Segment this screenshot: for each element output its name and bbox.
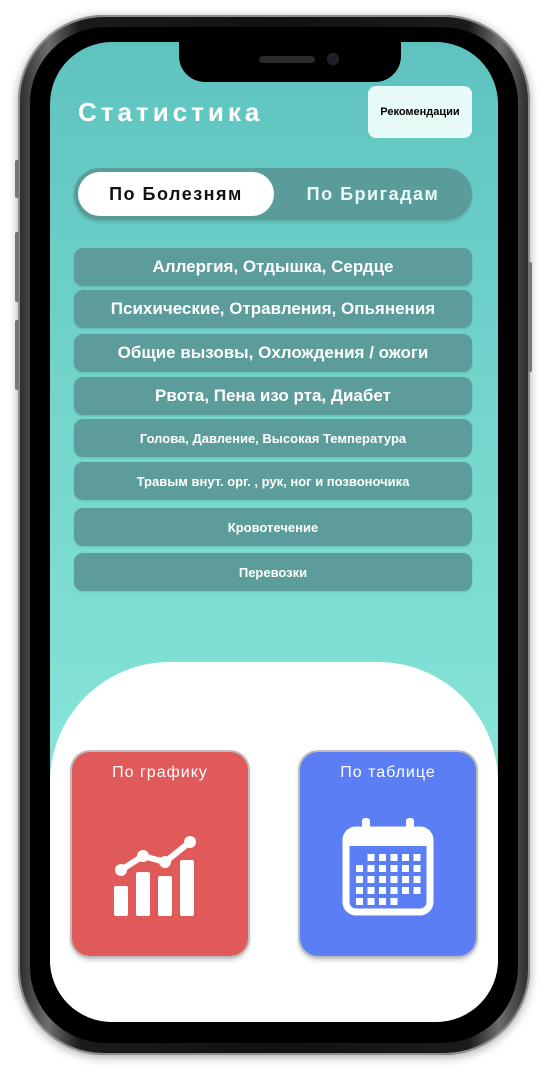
mute-switch [15, 160, 19, 198]
calendar-day-cell [356, 887, 363, 894]
calendar-day-cell [402, 887, 409, 894]
recommendations-button[interactable]: Рекомендации [368, 86, 472, 138]
calendar-day-cell [356, 876, 363, 883]
disease-item-bleeding[interactable]: Кровотечение [74, 508, 472, 546]
calendar-day-cell [367, 876, 375, 883]
calendar-icon [342, 818, 434, 916]
notch [179, 42, 401, 82]
tab-by-diseases[interactable]: По Болезням [78, 172, 274, 216]
disease-item-allergy[interactable]: Аллергия, Отдышка, Сердце [74, 248, 472, 286]
calendar-day-cell [402, 865, 409, 872]
calendar-day-cell [379, 898, 386, 905]
calendar-day-cell [413, 854, 421, 861]
calendar-day-cell [413, 876, 421, 883]
volume-up-button [15, 232, 19, 302]
calendar-day-cell [402, 854, 409, 861]
front-camera [327, 53, 339, 65]
calendar-day-cell [390, 876, 398, 883]
calendar-day-cell [390, 854, 398, 861]
volume-down-button [15, 320, 19, 390]
speaker-grille [259, 56, 315, 63]
calendar-day-cell [413, 865, 421, 872]
calendar-day-cell [367, 887, 375, 894]
calendar-day-cell [356, 898, 363, 905]
page-title: Статистика [78, 97, 264, 127]
calendar-day-cell [367, 854, 375, 861]
disease-item-transport[interactable]: Перевозки [74, 553, 472, 591]
calendar-day-cell [379, 865, 386, 872]
disease-item-general[interactable]: Общие вызовы, Охлождения / ожоги [74, 334, 472, 372]
table-card-label: По таблице [340, 764, 436, 781]
power-button [528, 262, 532, 372]
chart-card-label: По графику [112, 764, 208, 781]
calendar-day-cell [379, 876, 386, 883]
calendar-day-cell [367, 898, 375, 905]
calendar-day-cell [390, 865, 398, 872]
disease-item-psychiatric[interactable]: Психические, Отравления, Опьянения [74, 290, 472, 328]
calendar-day-cell [413, 887, 421, 894]
calendar-day-cell [402, 876, 409, 883]
table-view-card[interactable]: По таблице [300, 752, 476, 956]
calendar-day-cell [379, 887, 386, 894]
bar-chart-icon [114, 836, 196, 916]
calendar-day-cell [367, 865, 375, 872]
disease-item-trauma[interactable]: Травым внут. орг. , рук, ног и позвоночи… [74, 462, 472, 500]
calendar-day-cell [390, 898, 398, 905]
tab-by-brigades[interactable]: По Бригадам [278, 172, 468, 216]
disease-item-vomiting[interactable]: Рвота, Пена изо рта, Диабет [74, 377, 472, 415]
app-screen: Статистика Рекомендации По Болезням По Б… [50, 42, 498, 1022]
calendar-day-cell [356, 865, 363, 872]
disease-item-head[interactable]: Голова, Давление, Высокая Температура [74, 419, 472, 457]
calendar-day-cell [390, 887, 398, 894]
calendar-day-cell [379, 854, 386, 861]
view-mode-panel: По графику По таблице [50, 662, 498, 1022]
category-toggle: По Болезням По Бригадам [74, 168, 472, 220]
chart-view-card[interactable]: По графику [72, 752, 248, 956]
